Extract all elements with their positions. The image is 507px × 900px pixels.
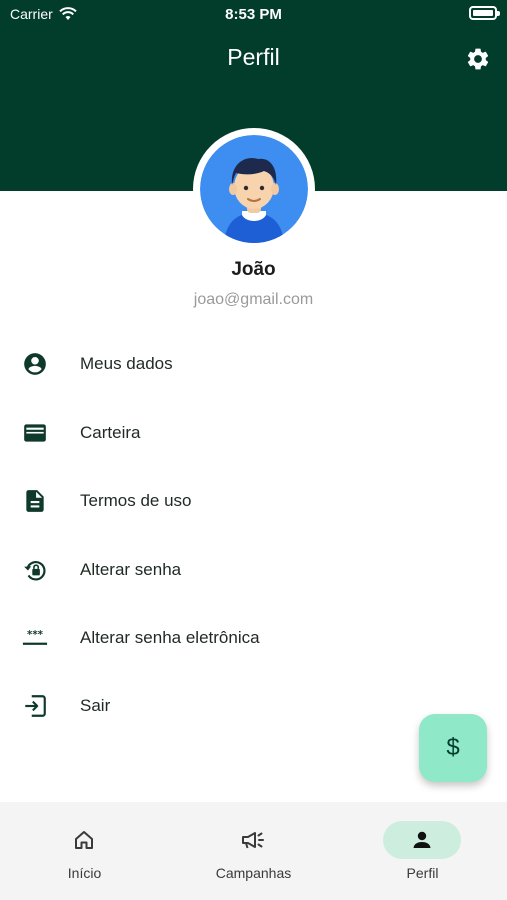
status-time: 8:53 PM <box>225 6 282 23</box>
nav-item-perfil[interactable]: Perfil <box>338 802 507 900</box>
menu-item-label: Alterar senha <box>80 560 182 579</box>
dollar-icon: $ <box>446 734 460 761</box>
battery-icon <box>469 6 500 20</box>
nav-item-campanhas[interactable]: Campanhas <box>169 802 338 900</box>
nav-pill-active <box>383 821 461 859</box>
menu-item-carteira[interactable]: Carteira <box>0 403 507 463</box>
avatar-ring <box>193 128 315 250</box>
menu-item-alterar-senha[interactable]: Alterar senha <box>0 540 507 600</box>
document-icon <box>22 488 48 514</box>
menu-item-meus-dados[interactable]: Meus dados <box>0 334 507 394</box>
account-circle-icon <box>22 351 48 377</box>
menu-item-label: Alterar senha eletrônica <box>80 628 260 647</box>
nav-label: Perfil <box>406 865 439 881</box>
logout-icon <box>22 693 48 719</box>
password-dots-icon: *** <box>22 625 48 651</box>
payment-fab-button[interactable]: $ <box>419 714 487 782</box>
page-title: Perfil <box>227 44 280 70</box>
bottom-navigation: Início Campanhas Perfil <box>0 802 507 900</box>
person-icon <box>413 831 431 848</box>
nav-pill <box>45 821 123 859</box>
menu-item-label: Sair <box>80 696 111 715</box>
status-bar: Carrier 8:53 PM <box>0 0 507 28</box>
gear-icon <box>467 48 489 70</box>
svg-text:***: *** <box>27 630 44 641</box>
avatar <box>200 135 308 243</box>
user-email: joao@gmail.com <box>193 291 314 308</box>
menu-item-termos-de-uso[interactable]: Termos de uso <box>0 471 507 531</box>
settings-button[interactable] <box>463 44 493 74</box>
nav-item-inicio[interactable]: Início <box>0 802 169 900</box>
avatar-illustration <box>200 135 308 243</box>
menu-item-alterar-senha-eletronica[interactable]: *** Alterar senha eletrônica <box>0 608 507 668</box>
menu-item-label: Meus dados <box>80 354 173 373</box>
nav-label: Início <box>67 865 102 881</box>
menu-item-label: Termos de uso <box>80 491 192 510</box>
wallet-icon <box>22 420 48 446</box>
lock-reset-icon <box>22 557 48 583</box>
user-name: João <box>231 259 276 280</box>
home-icon <box>75 831 93 849</box>
nav-pill <box>214 821 292 859</box>
nav-label: Campanhas <box>215 865 292 881</box>
megaphone-icon <box>242 832 264 849</box>
menu-item-label: Carteira <box>80 423 141 442</box>
